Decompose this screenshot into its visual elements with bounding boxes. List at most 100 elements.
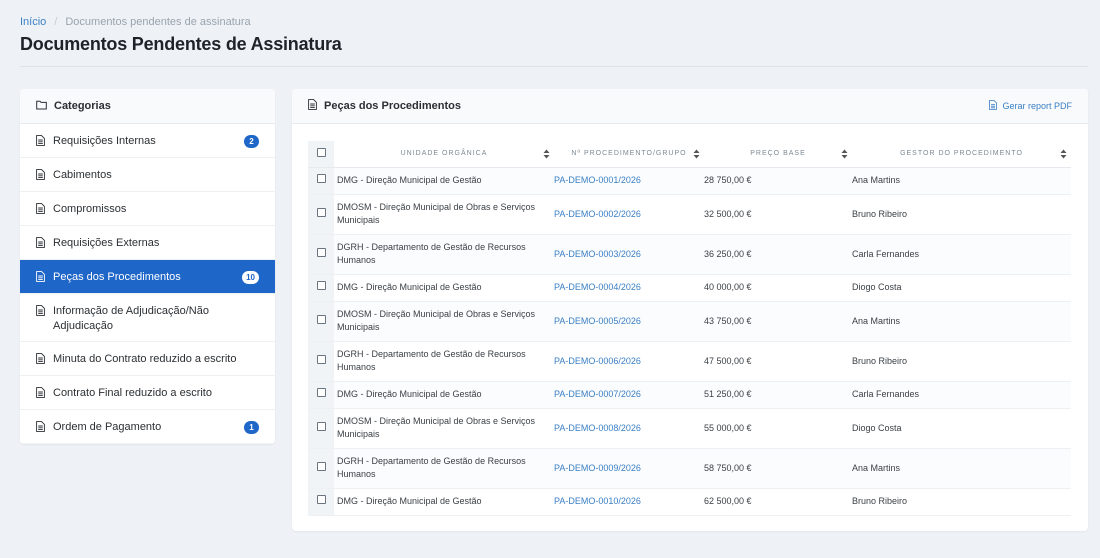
- unit-cell: DMG - Direção Municipal de Gestão: [334, 274, 554, 302]
- procedure-link[interactable]: PA-DEMO-0009/2026: [554, 463, 641, 473]
- table-row[interactable]: DMG - Direção Municipal de Gestão PA-DEMO…: [308, 488, 1071, 516]
- document-icon: [308, 99, 317, 113]
- row-checkbox[interactable]: [316, 461, 326, 471]
- price-cell: 43 750,00 €: [704, 301, 852, 342]
- procedure-link[interactable]: PA-DEMO-0007/2026: [554, 389, 641, 399]
- generate-report-pdf-link[interactable]: Gerar report PDF: [989, 100, 1072, 112]
- sort-icon[interactable]: [543, 149, 550, 161]
- row-checkbox[interactable]: [316, 247, 326, 257]
- procedure-link[interactable]: PA-DEMO-0001/2026: [554, 175, 641, 185]
- procedures-table: Unidade Orgânica Nº Procedimento/Grupo P…: [308, 141, 1071, 516]
- sidebar-item[interactable]: Informação de Adjudicação/Não Adjudicaçã…: [20, 294, 275, 342]
- row-select-cell: [308, 301, 334, 342]
- procedure-cell: PA-DEMO-0002/2026: [554, 194, 704, 235]
- breadcrumb-home-link[interactable]: Início: [20, 16, 46, 28]
- category-sidebar: Categorias Requisições Internas 2 Cabiment…: [20, 89, 275, 444]
- manager-cell: Ana Martins: [852, 167, 1071, 195]
- header-divider: [20, 66, 1088, 67]
- row-select-cell: [308, 448, 334, 489]
- row-select-cell: [308, 234, 334, 275]
- column-header-procedure[interactable]: Nº Procedimento/Grupo: [554, 141, 704, 168]
- sidebar-item[interactable]: Compromissos: [20, 192, 275, 226]
- sidebar-header: Categorias: [20, 89, 275, 124]
- sidebar-item[interactable]: Ordem de Pagamento 1: [20, 410, 275, 444]
- document-icon: [36, 135, 46, 149]
- row-select-cell: [308, 167, 334, 195]
- breadcrumb-current: Documentos pendentes de assinatura: [65, 16, 251, 28]
- price-cell: 47 500,00 €: [704, 341, 852, 382]
- table-row[interactable]: DMOSM - Direção Municipal de Obras e Ser…: [308, 301, 1071, 342]
- procedure-link[interactable]: PA-DEMO-0006/2026: [554, 356, 641, 366]
- row-checkbox[interactable]: [316, 281, 326, 290]
- sort-icon[interactable]: [1060, 149, 1067, 161]
- count-badge: 1: [244, 421, 259, 434]
- unit-cell: DMG - Direção Municipal de Gestão: [334, 488, 554, 516]
- procedure-link[interactable]: PA-DEMO-0002/2026: [554, 209, 641, 219]
- unit-cell: DGRH - Departamento de Gestão de Recurso…: [334, 234, 554, 275]
- column-header-label: Nº Procedimento/Grupo: [571, 150, 687, 158]
- row-checkbox[interactable]: [316, 421, 326, 431]
- unit-cell: DMOSM - Direção Municipal de Obras e Ser…: [334, 408, 554, 449]
- unit-cell: DGRH - Departamento de Gestão de Recurso…: [334, 448, 554, 489]
- sidebar-title: Categorias: [54, 100, 111, 112]
- column-header-price[interactable]: Preço Base: [704, 141, 852, 168]
- price-cell: 62 500,00 €: [704, 488, 852, 516]
- price-cell: 40 000,00 €: [704, 274, 852, 302]
- price-cell: 58 750,00 €: [704, 448, 852, 489]
- table-row[interactable]: DGRH - Departamento de Gestão de Recurso…: [308, 234, 1071, 275]
- row-select-cell: [308, 408, 334, 449]
- manager-cell: Carla Fernandes: [852, 381, 1071, 409]
- table-body: DMG - Direção Municipal de Gestão PA-DEMO…: [308, 167, 1071, 516]
- column-header-manager[interactable]: Gestor do Procedimento: [852, 141, 1071, 168]
- table-row[interactable]: DMG - Direção Municipal de Gestão PA-DEMO…: [308, 381, 1071, 409]
- table-row[interactable]: DMOSM - Direção Municipal de Obras e Ser…: [308, 408, 1071, 449]
- price-cell: 55 000,00 €: [704, 408, 852, 449]
- procedures-panel: Peças dos Procedimentos Gerar report PDF…: [292, 89, 1088, 531]
- procedure-link[interactable]: PA-DEMO-0004/2026: [554, 282, 641, 292]
- row-checkbox[interactable]: [316, 207, 326, 217]
- column-header-label: Preço Base: [750, 150, 806, 158]
- row-checkbox[interactable]: [316, 174, 326, 183]
- table-row[interactable]: DMG - Direção Municipal de Gestão PA-DEMO…: [308, 167, 1071, 195]
- page-title: Documentos Pendentes de Assinatura: [20, 34, 342, 54]
- row-select-cell: [308, 341, 334, 382]
- sidebar-item[interactable]: Peças dos Procedimentos 10: [20, 260, 275, 294]
- procedure-link[interactable]: PA-DEMO-0008/2026: [554, 423, 641, 433]
- table-row[interactable]: DGRH - Departamento de Gestão de Recurso…: [308, 341, 1071, 382]
- manager-cell: Diogo Costa: [852, 274, 1071, 302]
- panel-header: Peças dos Procedimentos Gerar report PDF: [292, 89, 1088, 124]
- table-header-row: Unidade Orgânica Nº Procedimento/Grupo P…: [308, 141, 1071, 168]
- table-row[interactable]: DMG - Direção Municipal de Gestão PA-DEMO…: [308, 274, 1071, 302]
- sidebar-item[interactable]: Minuta do Contrato reduzido a escrito: [20, 342, 275, 376]
- row-checkbox[interactable]: [316, 314, 326, 324]
- procedure-link[interactable]: PA-DEMO-0010/2026: [554, 496, 641, 506]
- sort-icon[interactable]: [841, 149, 848, 161]
- page-header: Início / Documentos pendentes de assinat…: [20, 16, 1080, 55]
- table-row[interactable]: DMOSM - Direção Municipal de Obras e Ser…: [308, 194, 1071, 235]
- sidebar-item[interactable]: Cabimentos: [20, 158, 275, 192]
- sidebar-item[interactable]: Requisições Internas 2: [20, 124, 275, 158]
- document-icon: [989, 100, 998, 112]
- column-header-label: Unidade Orgânica: [400, 150, 488, 158]
- sidebar-item-label: Peças dos Procedimentos: [53, 271, 181, 283]
- sidebar-item[interactable]: Contrato Final reduzido a escrito: [20, 376, 275, 410]
- row-checkbox[interactable]: [316, 354, 326, 364]
- unit-cell: DMOSM - Direção Municipal de Obras e Ser…: [334, 301, 554, 342]
- unit-cell: DMOSM - Direção Municipal de Obras e Ser…: [334, 194, 554, 235]
- sidebar-item-label: Requisições Internas: [53, 135, 156, 147]
- row-checkbox[interactable]: [316, 495, 326, 504]
- manager-cell: Diogo Costa: [852, 408, 1071, 449]
- select-all-checkbox[interactable]: [316, 148, 326, 158]
- procedure-link[interactable]: PA-DEMO-0005/2026: [554, 316, 641, 326]
- sidebar-item[interactable]: Requisições Externas: [20, 226, 275, 260]
- column-header-unit[interactable]: Unidade Orgânica: [334, 141, 554, 168]
- unit-cell: DMG - Direção Municipal de Gestão: [334, 381, 554, 409]
- row-checkbox[interactable]: [316, 388, 326, 397]
- sort-icon[interactable]: [693, 149, 700, 161]
- generate-report-pdf-label: Gerar report PDF: [1002, 101, 1072, 111]
- manager-cell: Ana Martins: [852, 301, 1071, 342]
- document-icon: [36, 305, 46, 319]
- table-row[interactable]: DGRH - Departamento de Gestão de Recurso…: [308, 448, 1071, 489]
- count-badge: 10: [242, 271, 259, 284]
- procedure-link[interactable]: PA-DEMO-0003/2026: [554, 249, 641, 259]
